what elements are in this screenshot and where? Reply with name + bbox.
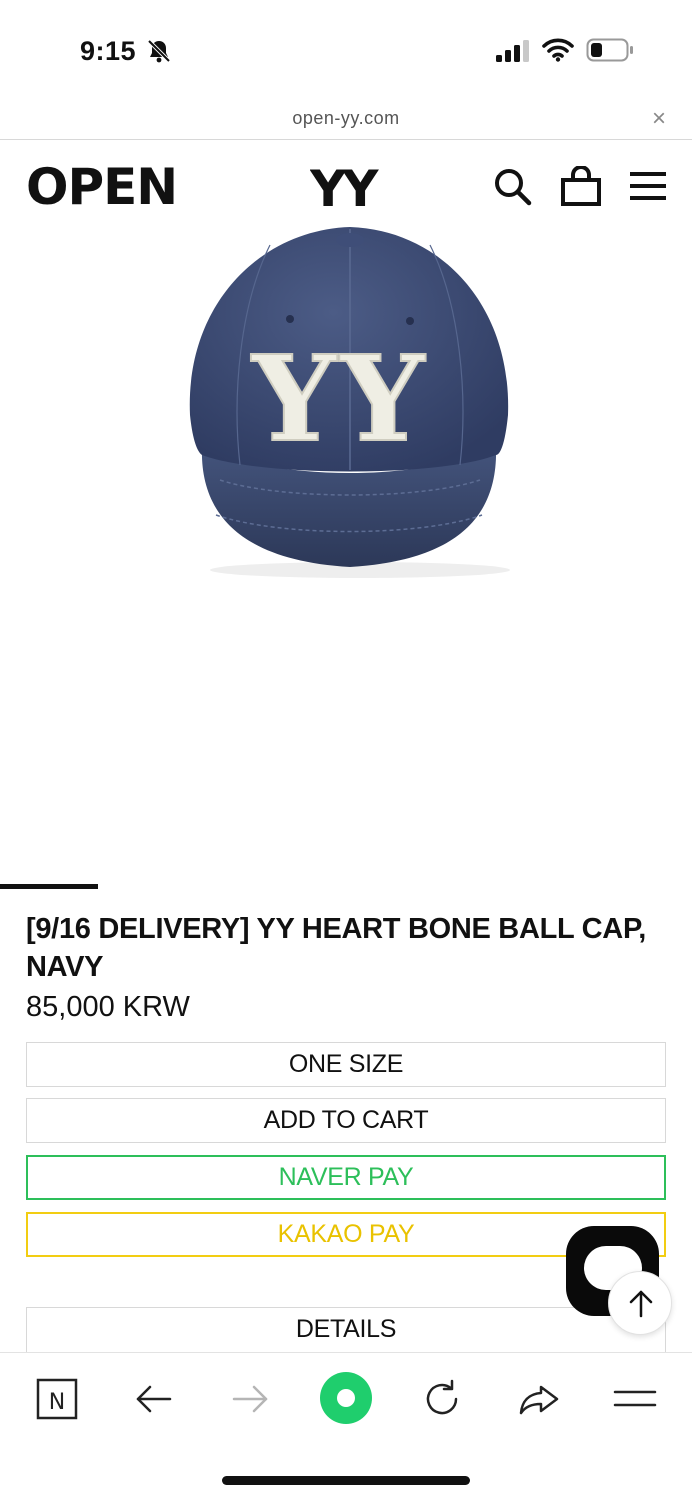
yy-logo[interactable]: YY xyxy=(310,162,390,210)
hamburger-menu-icon[interactable] xyxy=(628,166,668,206)
size-select[interactable]: ONE SIZE xyxy=(26,1042,666,1087)
url-text[interactable]: open-yy.com xyxy=(0,108,692,129)
home-indicator xyxy=(222,1476,470,1485)
open-logo[interactable]: OPEN xyxy=(26,164,194,208)
svg-text:N: N xyxy=(49,1390,65,1415)
browser-url-bar[interactable]: open-yy.com × xyxy=(0,100,692,140)
back-arrow-icon[interactable] xyxy=(130,1375,178,1423)
search-icon[interactable] xyxy=(492,166,532,206)
status-time: 9:15 xyxy=(80,36,137,66)
product-title: [9/16 DELIVERY] YY HEART BONE BALL CAP, … xyxy=(26,913,646,983)
svg-text:YY: YY xyxy=(310,162,379,210)
menu-icon[interactable] xyxy=(611,1375,659,1423)
add-to-cart-button[interactable]: ADD TO CART xyxy=(26,1098,666,1143)
reload-icon[interactable] xyxy=(418,1375,466,1423)
forward-arrow-icon[interactable] xyxy=(226,1375,274,1423)
cap-logo-text: YY xyxy=(250,329,428,468)
product-price: 85,000 KRW xyxy=(26,991,190,1023)
svg-text:OPEN: OPEN xyxy=(26,164,177,208)
arrow-up-icon xyxy=(629,1290,653,1318)
scroll-to-top-button[interactable] xyxy=(608,1271,672,1335)
bell-slash-icon xyxy=(147,39,171,63)
green-dot-icon[interactable] xyxy=(319,1371,373,1425)
battery-icon xyxy=(586,38,633,62)
share-icon[interactable] xyxy=(515,1375,563,1423)
image-slide-indicator xyxy=(0,884,98,889)
naver-pay-button[interactable]: NAVER PAY xyxy=(26,1155,666,1200)
wifi-icon xyxy=(542,38,574,62)
cellular-signal-icon xyxy=(496,40,529,62)
product-image[interactable]: YY xyxy=(160,215,540,595)
naver-home-icon[interactable]: N xyxy=(33,1375,81,1423)
details-button[interactable]: DETAILS xyxy=(26,1307,666,1357)
shopping-bag-icon[interactable] xyxy=(561,166,601,206)
status-bar: 9:15 xyxy=(0,0,692,100)
close-icon[interactable]: × xyxy=(652,105,666,133)
